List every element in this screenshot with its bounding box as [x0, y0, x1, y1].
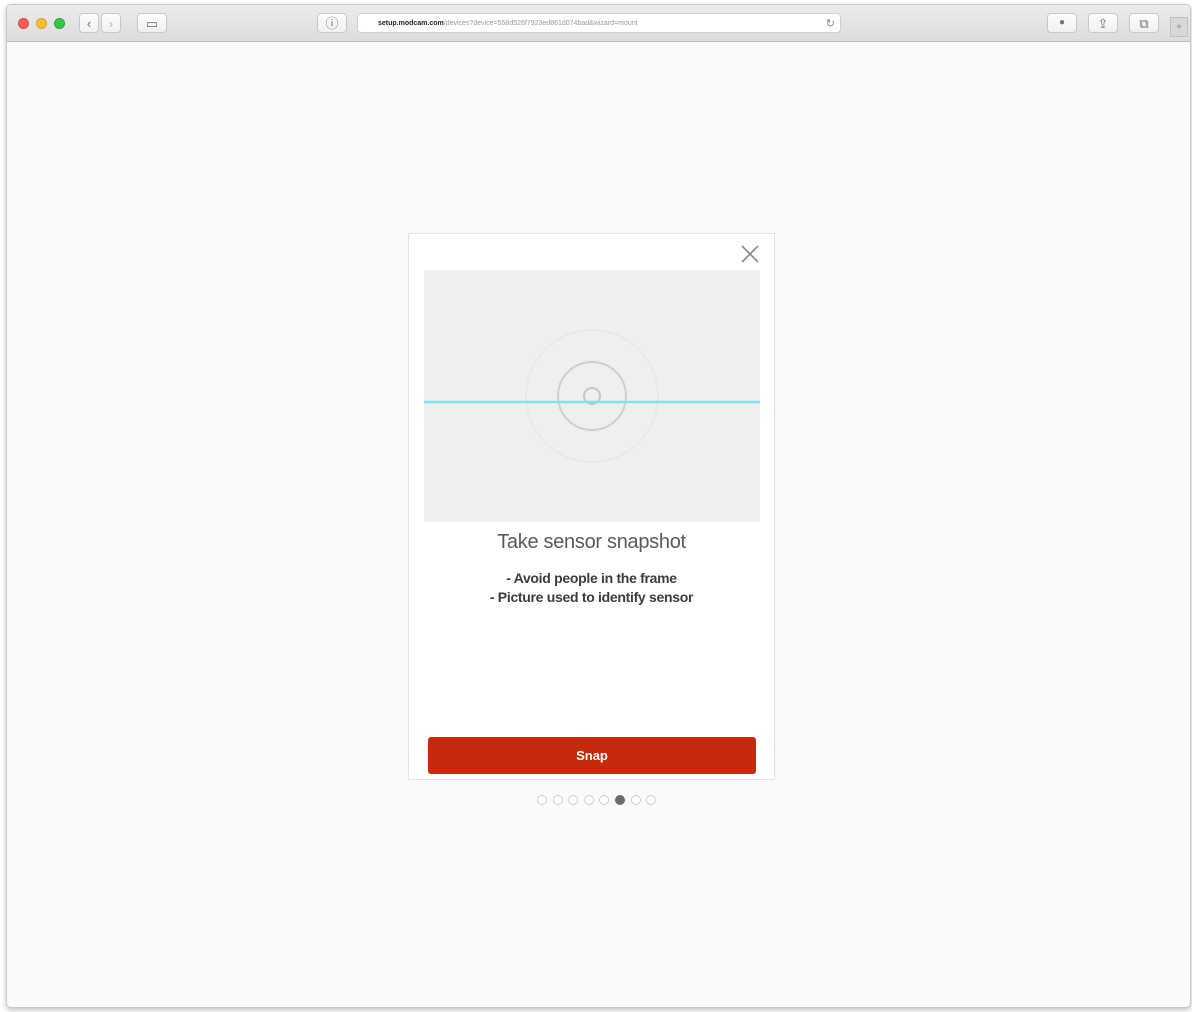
close-icon[interactable] — [738, 242, 762, 266]
pager-dot[interactable] — [614, 795, 625, 805]
window-close-button[interactable] — [18, 18, 29, 29]
share-icon: ⇪ — [1097, 15, 1109, 31]
pager-dot[interactable] — [599, 795, 610, 805]
tip-item: - Avoid people in the frame — [506, 570, 677, 586]
pager-dot[interactable] — [630, 795, 641, 805]
new-tab-button[interactable]: + — [1170, 17, 1188, 37]
wizard-pager — [537, 795, 657, 805]
forward-button[interactable]: › — [101, 13, 121, 33]
dialog-title: Take sensor snapshot — [497, 531, 686, 553]
downloads-button[interactable]: ● — [1047, 13, 1077, 33]
sensor-preview — [424, 270, 760, 522]
tabs-button[interactable]: ⧉ — [1129, 13, 1159, 33]
tips-list: - Avoid people in the frame - Picture us… — [409, 569, 774, 607]
tabs-icon: ⧉ — [1139, 15, 1149, 31]
downloads-icon: ● — [1058, 17, 1066, 28]
browser-toolbar: ‹ › ▭ ⓘ setup.modcam.com/devices?device=… — [7, 5, 1190, 42]
pager-dot[interactable] — [583, 795, 594, 805]
tip-item: - Picture used to identify sensor — [489, 589, 694, 605]
url-host: setup.modcam.com — [378, 19, 444, 27]
window-minimize-button[interactable] — [36, 18, 47, 29]
reload-icon[interactable]: ↻ — [826, 17, 835, 30]
plus-icon: + — [1176, 21, 1182, 33]
sidebar-icon: ▭ — [145, 15, 159, 31]
camera-target-icon — [424, 329, 760, 463]
sidebar-button[interactable]: ▭ — [137, 13, 167, 33]
url-path: /devices?device=558d526f7923ed861d074bad… — [443, 19, 638, 27]
snapshot-dialog: Take sensor snapshot - Avoid people in t… — [408, 233, 775, 780]
address-bar[interactable]: setup.modcam.com/devices?device=558d526f… — [357, 13, 841, 33]
snap-button[interactable]: Snap — [428, 737, 756, 774]
chevron-left-icon: ‹ — [86, 15, 92, 31]
pager-dot[interactable] — [552, 795, 563, 805]
pager-dot[interactable] — [537, 795, 547, 805]
pager-dot[interactable] — [646, 795, 657, 805]
info-icon: ⓘ — [325, 15, 339, 31]
back-button[interactable]: ‹ — [79, 13, 99, 33]
window-maximize-button[interactable] — [54, 18, 65, 29]
pager-dot[interactable] — [568, 795, 579, 805]
reader-button[interactable]: ⓘ — [317, 13, 347, 33]
share-button[interactable]: ⇪ — [1088, 13, 1118, 33]
chevron-right-icon: › — [108, 15, 114, 31]
